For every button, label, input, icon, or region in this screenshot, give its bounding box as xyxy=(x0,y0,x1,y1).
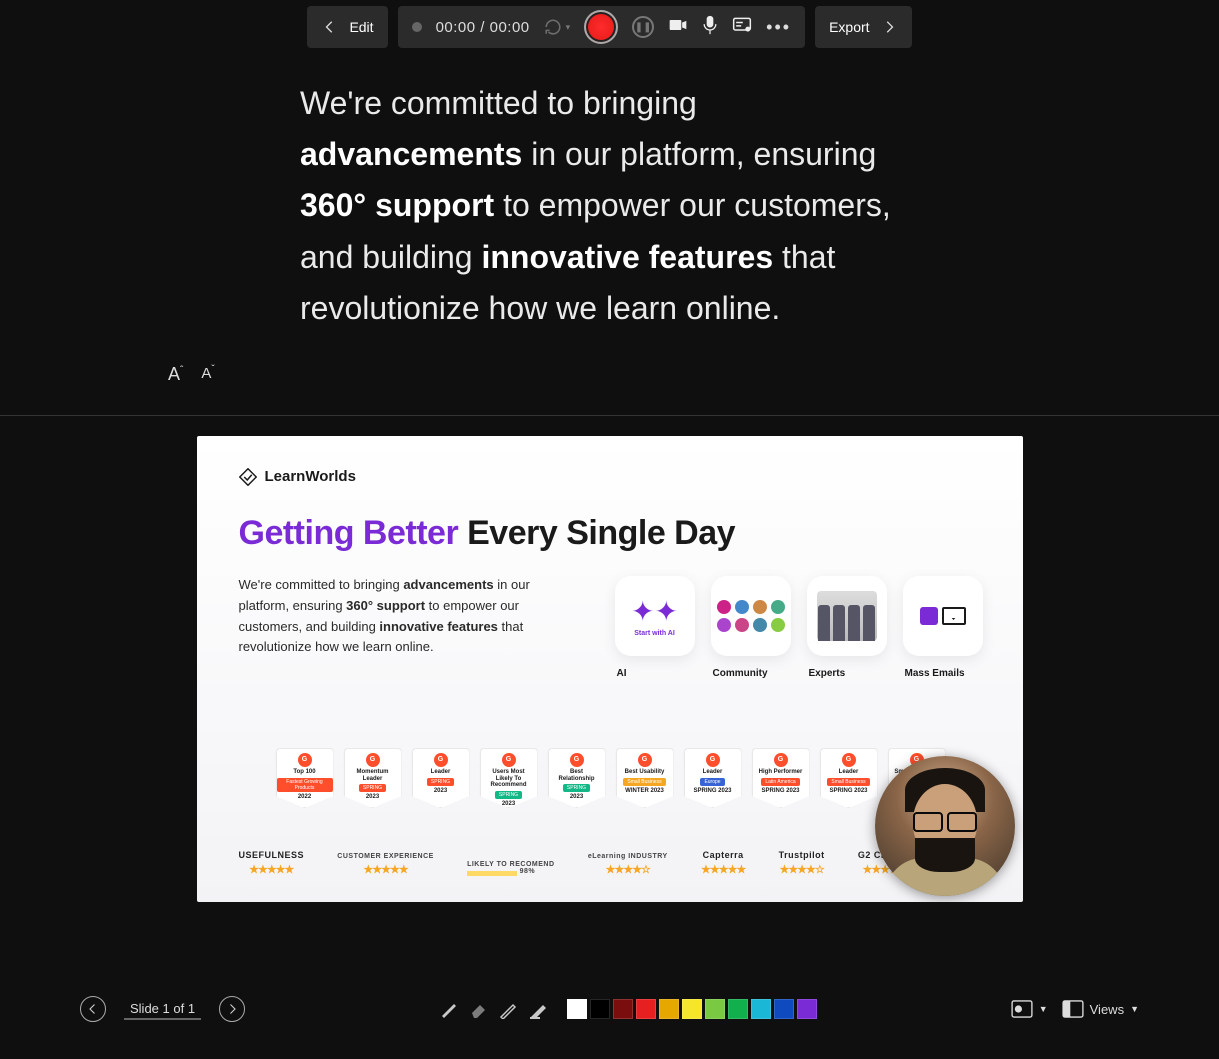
feature-card-experts: Experts xyxy=(807,576,887,656)
rating: CUSTOMER EXPERIENCE★★★★★ xyxy=(337,853,434,876)
feature-card-ai: ✦✦ Start with AI AI xyxy=(615,576,695,656)
rating: USEFULNESS★★★★★ xyxy=(239,850,305,876)
views-controls: ▼ Views ▼ xyxy=(1011,1000,1139,1018)
badge: GHigh PerformerLatin AmericaSPRING 2023 xyxy=(752,748,810,808)
avatar-grid-icon xyxy=(717,600,785,632)
color-swatch[interactable] xyxy=(613,999,633,1019)
rating: LIKELY TO RECOMEND xyxy=(467,861,554,876)
color-swatch[interactable] xyxy=(590,999,610,1019)
ratings-row: USEFULNESS★★★★★ CUSTOMER EXPERIENCE★★★★★ L… xyxy=(239,850,963,876)
people-icon xyxy=(817,591,877,641)
highlighter-tool[interactable] xyxy=(529,999,549,1019)
record-button[interactable] xyxy=(584,10,618,44)
camera-toggle[interactable]: ▼ xyxy=(1011,1000,1048,1018)
record-indicator-icon xyxy=(412,22,422,32)
pause-button[interactable]: ❚❚ xyxy=(632,16,654,38)
rating: Capterra★★★★★ xyxy=(701,850,745,876)
color-swatch[interactable] xyxy=(659,999,679,1019)
captions-icon[interactable] xyxy=(732,15,752,40)
prev-slide-button[interactable] xyxy=(80,996,106,1022)
slide-title: Getting Better Every Single Day xyxy=(239,514,981,553)
brand-name: LearnWorlds xyxy=(265,468,356,485)
badges-row: GTop 100Fastest Growing Products2022GMom… xyxy=(239,748,983,808)
color-swatch[interactable] xyxy=(705,999,725,1019)
color-swatch[interactable] xyxy=(567,999,587,1019)
teleprompter-text: We're committed to bringing advancements… xyxy=(0,48,1219,344)
bottom-toolbar: Slide 1 of 1 ▼ Views ▼ xyxy=(0,959,1219,1059)
color-swatch[interactable] xyxy=(751,999,771,1019)
font-increase-button[interactable]: Aˆ xyxy=(168,364,183,385)
chevron-left-icon xyxy=(321,18,339,36)
recording-toolbar: Edit 00:00 / 00:00 ▾ ❚❚ ••• Export xyxy=(0,0,1219,48)
views-button[interactable]: Views ▼ xyxy=(1062,1000,1139,1018)
edit-label: Edit xyxy=(349,19,373,35)
feature-card-mass-emails: Mass Emails xyxy=(903,576,983,656)
eraser-tool[interactable] xyxy=(469,999,489,1019)
refresh-icon[interactable] xyxy=(544,18,562,36)
timecode: 00:00 / 00:00 xyxy=(436,19,530,36)
recording-controls: 00:00 / 00:00 ▾ ❚❚ ••• xyxy=(398,6,806,48)
webcam-overlay[interactable] xyxy=(875,756,1015,896)
export-label: Export xyxy=(829,19,869,35)
color-swatch[interactable] xyxy=(636,999,656,1019)
font-size-controls: Aˆ Aˇ xyxy=(0,344,1219,415)
camera-icon[interactable] xyxy=(668,15,688,40)
slide-counter: Slide 1 of 1 xyxy=(124,999,201,1020)
badge: GBest UsabilitySmall BusinessWINTER 2023 xyxy=(616,748,674,808)
pen-tool-1[interactable] xyxy=(439,999,459,1019)
color-swatches xyxy=(567,999,817,1019)
annotation-tools xyxy=(439,999,817,1019)
font-decrease-button[interactable]: Aˇ xyxy=(201,364,214,385)
badge: GBest RelationshipSPRING2023 xyxy=(548,748,606,808)
badge: GTop 100Fastest Growing Products2022 xyxy=(276,748,334,808)
rating: eLearning INDUSTRY★★★★☆ xyxy=(588,853,668,876)
badge: GUsers Most Likely To RecommendSPRING202… xyxy=(480,748,538,808)
brand-logo: LearnWorlds xyxy=(239,468,981,486)
color-swatch[interactable] xyxy=(728,999,748,1019)
slide-preview: LearnWorlds Getting Better Every Single … xyxy=(197,436,1023,902)
color-swatch[interactable] xyxy=(797,999,817,1019)
pen-tool-2[interactable] xyxy=(499,999,519,1019)
feature-cards: ✦✦ Start with AI AI Community Experts Ma… xyxy=(615,576,983,656)
badge: GLeaderSPRING2023 xyxy=(412,748,470,808)
next-slide-button[interactable] xyxy=(219,996,245,1022)
slide-preview-area: LearnWorlds Getting Better Every Single … xyxy=(0,416,1219,912)
slide-body: We're committed to bringing advancements… xyxy=(239,575,539,658)
chevron-right-icon xyxy=(880,18,898,36)
badge: GLeaderEuropeSPRING 2023 xyxy=(684,748,742,808)
badge: GLeaderSmall BusinessSPRING 2023 xyxy=(820,748,878,808)
edit-button[interactable]: Edit xyxy=(307,6,387,48)
more-icon[interactable]: ••• xyxy=(766,17,791,38)
badge: GMomentum LeaderSPRING2023 xyxy=(344,748,402,808)
sparkle-icon: ✦✦ xyxy=(631,595,678,628)
color-swatch[interactable] xyxy=(682,999,702,1019)
microphone-icon[interactable] xyxy=(702,15,718,40)
color-swatch[interactable] xyxy=(774,999,794,1019)
rating: Trustpilot★★★★☆ xyxy=(779,850,825,876)
mail-icon xyxy=(920,607,966,625)
feature-card-community: Community xyxy=(711,576,791,656)
slide-navigation: Slide 1 of 1 xyxy=(80,996,245,1022)
export-button[interactable]: Export xyxy=(815,6,911,48)
